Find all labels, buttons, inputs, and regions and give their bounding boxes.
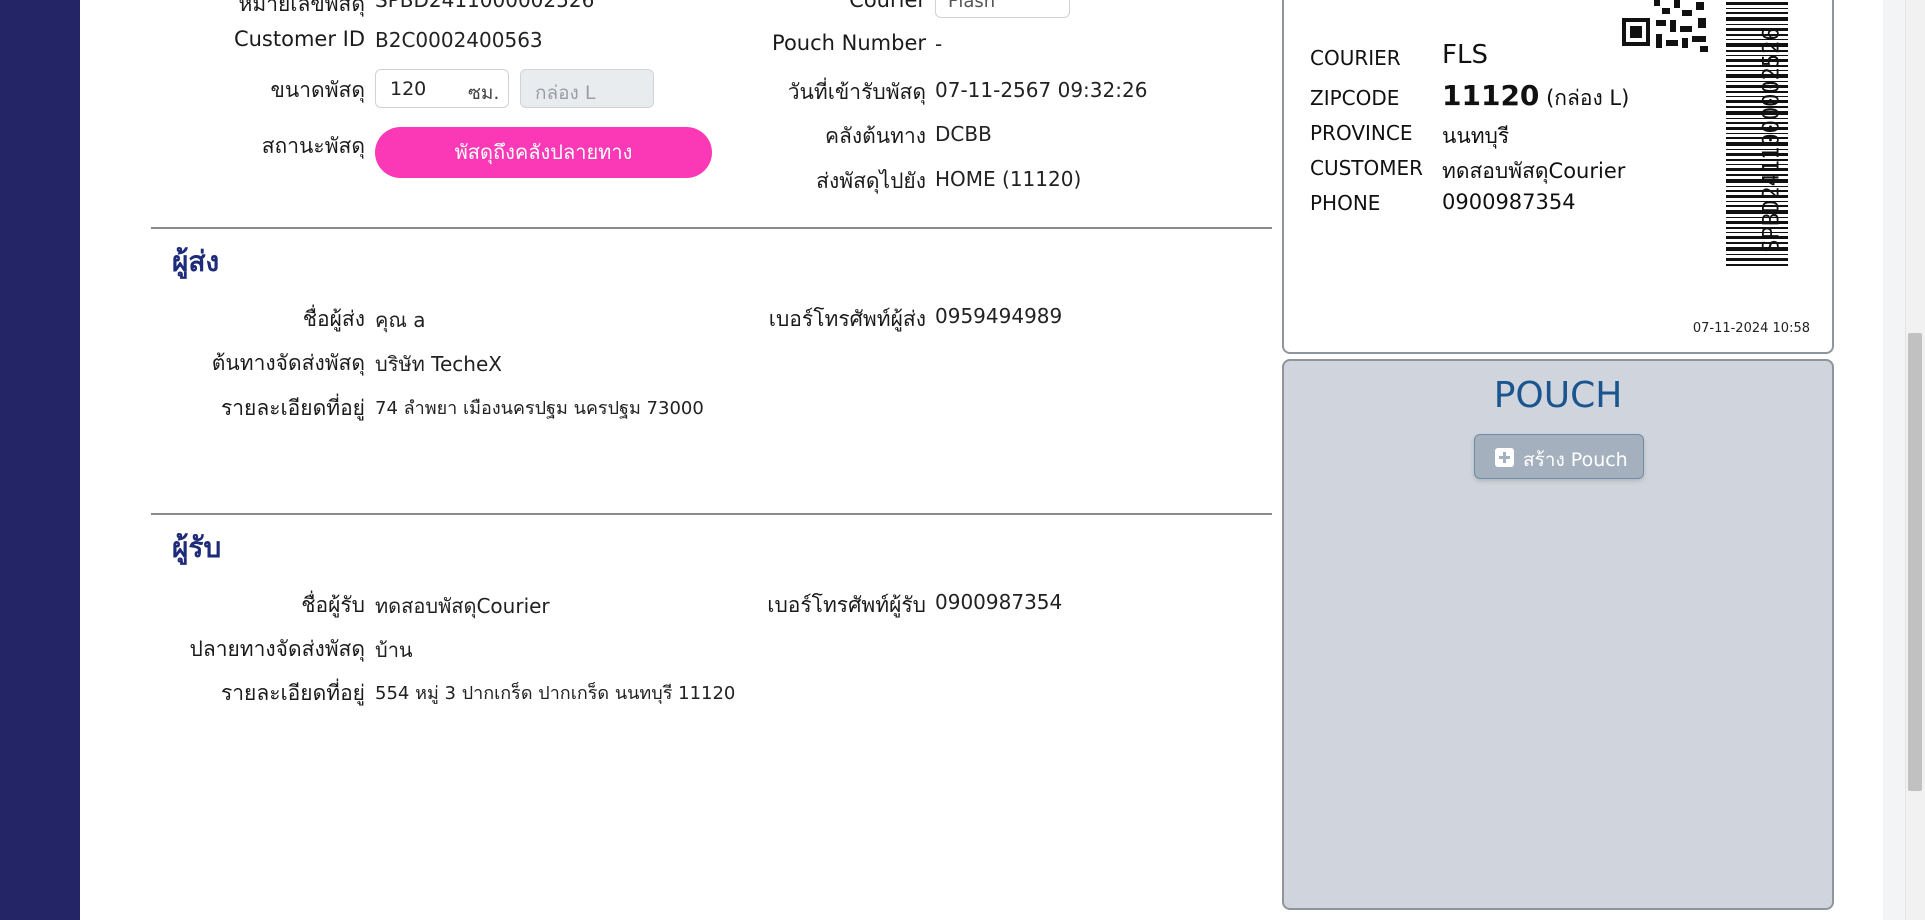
label-zipcode-box: (กล่อง L) (1546, 86, 1630, 110)
sender-phone-value: 0959494989 (935, 304, 1063, 328)
ship-to-value: HOME (11120) (935, 167, 1082, 191)
plus-square-icon (1495, 448, 1514, 467)
label-printed-time: 07-11-2024 10:58 (1692, 321, 1810, 336)
sender-phone-label: เบอร์โทรศัพท์ผู้ส่ง (768, 307, 926, 331)
courier-label: Courier (849, 0, 926, 12)
label-province-label: PROVINCE (1310, 121, 1413, 145)
receiver-section-title: ผู้รับ (172, 531, 222, 564)
shipping-label-card: SPBD2411000002526 COURIER FLS ZIPCODE 11… (1282, 0, 1834, 354)
size-input-value: 120 (390, 78, 427, 100)
label-customer-value: ทดสอบพัสดุCourier (1442, 159, 1626, 183)
receiver-phone-label: เบอร์โทรศัพท์ผู้รับ (767, 593, 926, 617)
sender-address-label: รายละเอียดที่อยู่ (220, 396, 365, 420)
receiver-address-label: รายละเอียดที่อยู่ (220, 681, 365, 705)
receiver-phone-value: 0900987354 (935, 590, 1063, 614)
right-gutter (1883, 0, 1905, 920)
receiver-name-label: ชื่อผู้รับ (301, 593, 365, 617)
receiver-destination-label: ปลายทางจัดส่งพัสดุ (189, 637, 366, 661)
tracking-value: SPBD2411000002526 (375, 0, 595, 12)
barcode-text: SPBD2411000002526 (1759, 27, 1785, 253)
ship-to-label: ส่งพัสดุไปยัง (816, 169, 926, 193)
divider (151, 227, 1272, 229)
sender-name-value: คุณ a (375, 308, 426, 332)
pouch-title: POUCH (1493, 375, 1623, 416)
origin-warehouse-value: DCBB (935, 122, 992, 146)
received-date-value: 07-11-2567 09:32:26 (935, 78, 1148, 102)
receiver-name-value: ทดสอบพัสดุCourier (375, 594, 550, 618)
label-courier-value: FLS (1442, 40, 1488, 70)
left-sidebar (0, 0, 80, 920)
origin-warehouse-label: คลังต้นทาง (824, 124, 926, 148)
pouch-number-label: Pouch Number (772, 31, 926, 55)
qr-code-icon (1620, 0, 1712, 54)
pouch-panel: POUCH สร้าง Pouch (1282, 359, 1834, 910)
courier-select[interactable]: Flash (935, 0, 1070, 18)
pouch-number-value: - (935, 32, 943, 56)
divider (151, 513, 1272, 515)
create-pouch-label: สร้าง Pouch (1523, 449, 1628, 471)
sender-section-title: ผู้ส่ง (172, 245, 220, 278)
tracking-label: หมายเลขพัสดุ (238, 0, 365, 16)
label-phone-label: PHONE (1310, 191, 1381, 215)
label-province-value: นนทบุรี (1442, 124, 1510, 148)
received-date-label: วันที่เข้ารับพัสดุ (787, 80, 926, 104)
label-zipcode-value: 11120 (1442, 79, 1540, 112)
scrollbar-thumb[interactable] (1908, 333, 1922, 791)
status-label: สถานะพัสดุ (261, 134, 365, 158)
label-phone-value: 0900987354 (1442, 190, 1576, 214)
size-input[interactable]: 120 ซม. (375, 69, 509, 108)
sender-address-value: 74 ลำพยา เมืองนครปฐม นครปฐม 73000 (375, 398, 704, 419)
label-zipcode-label: ZIPCODE (1310, 86, 1400, 110)
customer-id-value: B2C0002400563 (375, 28, 543, 52)
label-courier-label: COURIER (1310, 46, 1401, 70)
box-size-field[interactable]: กล่อง L (520, 69, 654, 108)
courier-select-value: Flash (948, 0, 996, 12)
label-customer-label: CUSTOMER (1310, 156, 1424, 180)
customer-id-label: Customer ID (233, 27, 365, 51)
sender-name-label: ชื่อผู้ส่ง (302, 307, 365, 331)
receiver-destination-value: บ้าน (375, 638, 413, 662)
size-unit: ซม. (468, 82, 500, 104)
sender-origin-value: บริษัท TecheX (375, 352, 502, 376)
create-pouch-button[interactable]: สร้าง Pouch (1474, 434, 1644, 479)
label-zipcode-group: 11120 (กล่อง L) (1442, 79, 1629, 115)
status-badge[interactable]: พัสดุถึงคลังปลายทาง (375, 127, 712, 178)
receiver-address-value: 554 หมู่ 3 ปากเกร็ด ปากเกร็ด นนทบุรี 111… (375, 683, 736, 704)
size-label: ขนาดพัสดุ (270, 78, 365, 102)
sender-origin-label: ต้นทางจัดส่งพัสดุ (211, 351, 365, 375)
